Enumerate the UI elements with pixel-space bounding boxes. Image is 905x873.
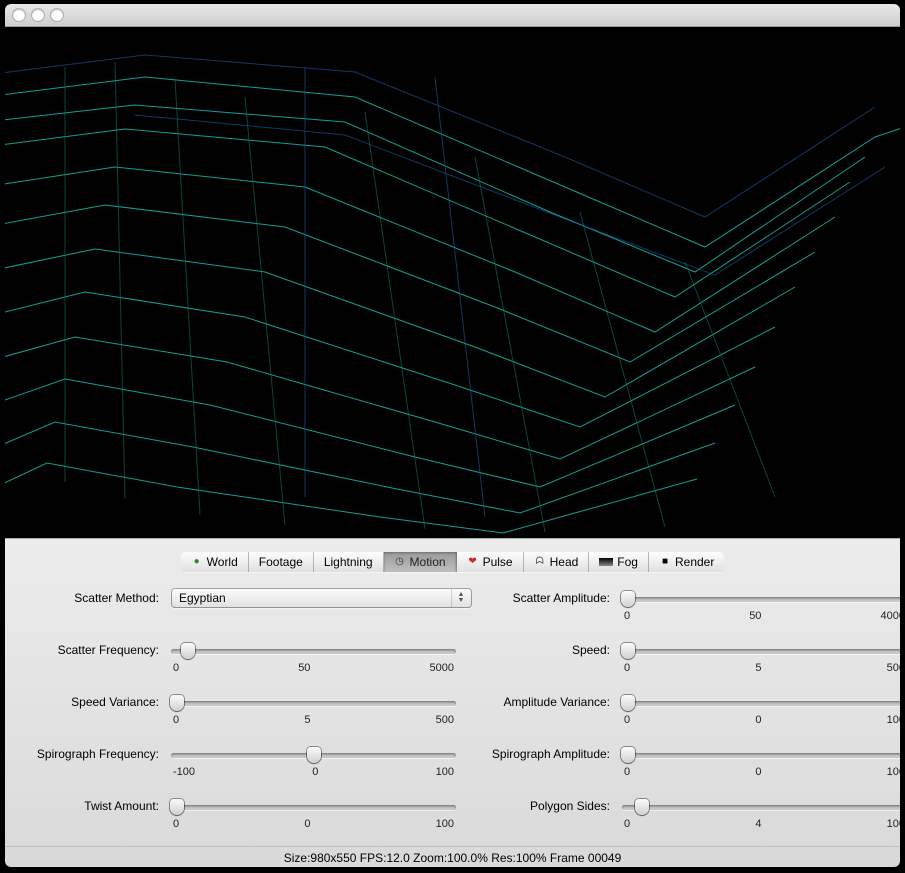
tick-label: 0 xyxy=(173,714,179,726)
app-window: ● World Footage Lightning ◷ Motion ❤ Pul… xyxy=(5,4,900,867)
tab-label: Motion xyxy=(410,555,446,569)
close-button[interactable] xyxy=(13,9,25,21)
scatter-method-label: Scatter Method: xyxy=(13,588,163,605)
chevron-updown-icon: ▲▼ xyxy=(451,589,470,607)
twist-amount-label: Twist Amount: xyxy=(13,796,163,813)
twist-amount-slider[interactable] xyxy=(171,798,456,816)
tab-footage[interactable]: Footage xyxy=(249,552,314,572)
tick-label: 4 xyxy=(755,818,761,830)
tab-head[interactable]: ᗣ Head xyxy=(524,552,590,572)
tick-label: 100 xyxy=(887,714,900,726)
speed-label: Speed: xyxy=(464,640,614,657)
tab-label: Render xyxy=(675,555,714,569)
tab-label: Fog xyxy=(617,555,638,569)
scatter-amplitude-label: Scatter Amplitude: xyxy=(464,588,614,605)
clock-icon: ◷ xyxy=(394,556,406,568)
tick-label: -100 xyxy=(173,766,195,778)
tick-label: 4000 xyxy=(881,610,901,622)
tick-label: 100 xyxy=(436,818,454,830)
speed-variance-label: Speed Variance: xyxy=(13,692,163,709)
tick-label: 0 xyxy=(304,818,310,830)
scatter-amplitude-slider[interactable] xyxy=(622,590,900,608)
tab-group: ● World Footage Lightning ◷ Motion ❤ Pul… xyxy=(181,552,725,572)
tab-label: Footage xyxy=(259,555,303,569)
tick-label: 0 xyxy=(173,662,179,674)
spirograph-frequency-label: Spirograph Frequency: xyxy=(13,744,163,761)
minimize-button[interactable] xyxy=(32,9,44,21)
pulse-icon: ❤ xyxy=(467,556,479,568)
tick-label: 50 xyxy=(749,610,761,622)
tab-label: Head xyxy=(550,555,579,569)
globe-icon: ● xyxy=(191,556,203,568)
spirograph-frequency-slider[interactable] xyxy=(171,746,456,764)
amplitude-variance-label: Amplitude Variance: xyxy=(464,692,614,709)
speed-slider[interactable] xyxy=(622,642,900,660)
spirograph-amplitude-slider[interactable] xyxy=(622,746,900,764)
tick-label: 5000 xyxy=(430,662,454,674)
tick-label: 50 xyxy=(298,662,310,674)
tab-label: World xyxy=(207,555,238,569)
tab-label: Pulse xyxy=(483,555,513,569)
zoom-button[interactable] xyxy=(51,9,63,21)
fog-icon xyxy=(599,558,613,566)
polygon-sides-label: Polygon Sides: xyxy=(464,796,614,813)
tick-label: 0 xyxy=(624,714,630,726)
tick-label: 100 xyxy=(436,766,454,778)
tick-label: 0 xyxy=(624,766,630,778)
amplitude-variance-slider[interactable] xyxy=(622,694,900,712)
person-icon: ᗣ xyxy=(534,556,546,568)
controls-panel: ● World Footage Lightning ◷ Motion ❤ Pul… xyxy=(5,538,900,867)
tick-label: 100 xyxy=(887,818,900,830)
status-text: Size:980x550 FPS:12.0 Zoom:100.0% Res:10… xyxy=(284,851,622,865)
camera-icon: ■ xyxy=(659,556,671,568)
tick-label: 0 xyxy=(624,662,630,674)
tick-label: 0 xyxy=(312,766,318,778)
tab-label: Lightning xyxy=(324,555,373,569)
tick-label: 0 xyxy=(173,818,179,830)
tab-render[interactable]: ■ Render xyxy=(649,552,724,572)
tick-label: 0 xyxy=(755,714,761,726)
scatter-method-select[interactable]: Egyptian ▲▼ xyxy=(171,588,472,608)
tick-label: 0 xyxy=(755,766,761,778)
tab-pulse[interactable]: ❤ Pulse xyxy=(457,552,524,572)
titlebar[interactable] xyxy=(5,4,900,27)
render-preview xyxy=(5,27,900,538)
spirograph-amplitude-label: Spirograph Amplitude: xyxy=(464,744,614,761)
tab-lightning[interactable]: Lightning xyxy=(314,552,384,572)
scatter-frequency-slider[interactable] xyxy=(171,642,456,660)
tick-label: 5 xyxy=(304,714,310,726)
select-value: Egyptian xyxy=(179,591,226,605)
tick-label: 0 xyxy=(624,610,630,622)
tick-label: 500 xyxy=(436,714,454,726)
status-bar: Size:980x550 FPS:12.0 Zoom:100.0% Res:10… xyxy=(5,846,900,867)
tab-motion[interactable]: ◷ Motion xyxy=(384,552,457,572)
tick-label: 500 xyxy=(887,662,900,674)
polygon-sides-slider[interactable] xyxy=(622,798,900,816)
scatter-frequency-label: Scatter Frequency: xyxy=(13,640,163,657)
tick-label: 100 xyxy=(887,766,900,778)
viewport[interactable] xyxy=(5,27,900,538)
tab-strip: ● World Footage Lightning ◷ Motion ❤ Pul… xyxy=(5,539,900,578)
parameters-grid: Scatter Method: Egyptian ▲▼ Scatter Ampl… xyxy=(5,578,900,846)
tick-label: 5 xyxy=(755,662,761,674)
speed-variance-slider[interactable] xyxy=(171,694,456,712)
tab-fog[interactable]: Fog xyxy=(589,552,649,572)
tick-label: 0 xyxy=(624,818,630,830)
tab-world[interactable]: ● World xyxy=(181,552,249,572)
